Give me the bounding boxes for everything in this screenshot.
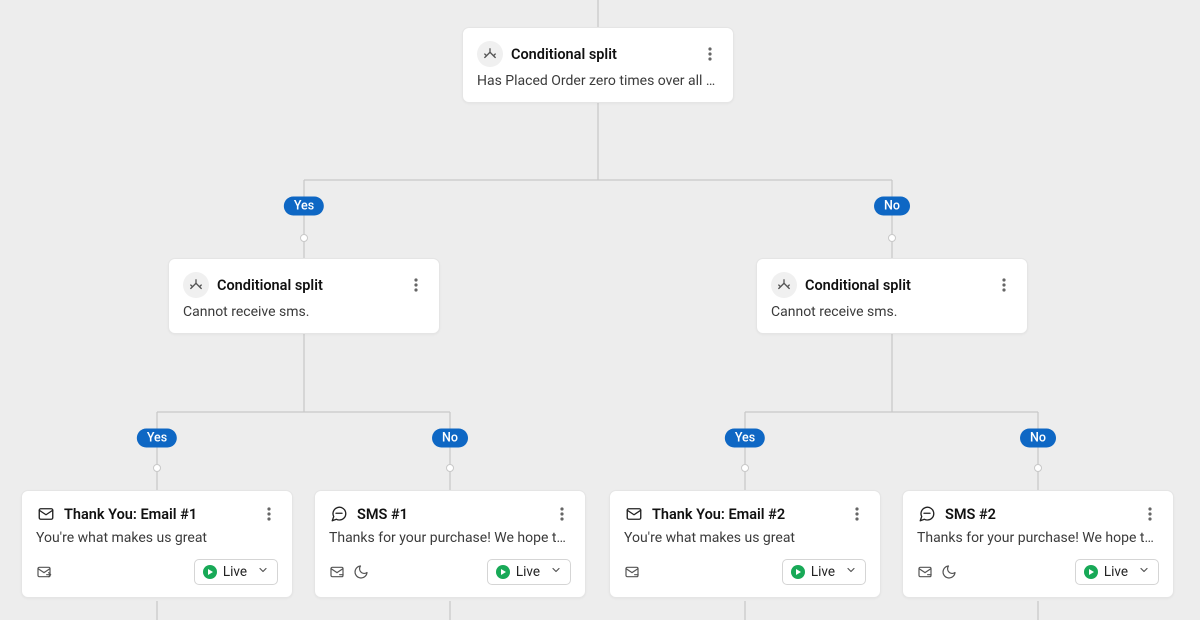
split-icon xyxy=(183,272,209,298)
branch-label-no: No xyxy=(874,197,910,216)
node-conditional-split-left[interactable]: Conditional split Cannot receive sms. xyxy=(168,258,440,334)
quiet-hours-icon xyxy=(941,564,957,580)
node-body: Thanks for your purchase! We hope that … xyxy=(903,530,1173,559)
add-step-dot[interactable] xyxy=(153,464,161,472)
chevron-down-icon xyxy=(550,564,562,580)
status-selector[interactable]: Live xyxy=(1075,559,1159,585)
node-email-2[interactable]: Thank You: Email #2 You're what makes us… xyxy=(609,490,881,598)
add-step-dot[interactable] xyxy=(741,464,749,472)
node-description: Has Placed Order zero times over all tim… xyxy=(463,73,733,102)
email-icon xyxy=(624,504,644,524)
email-icon xyxy=(36,504,56,524)
node-description: Cannot receive sms. xyxy=(757,304,1027,333)
node-menu-button[interactable] xyxy=(260,505,278,523)
node-title: Conditional split xyxy=(511,46,617,63)
status-label: Live xyxy=(516,564,540,580)
node-conditional-split-right[interactable]: Conditional split Cannot receive sms. xyxy=(756,258,1028,334)
node-email-1[interactable]: Thank You: Email #1 You're what makes us… xyxy=(21,490,293,598)
node-body: You're what makes us great xyxy=(610,530,880,559)
status-label: Live xyxy=(811,564,835,580)
node-title: Conditional split xyxy=(805,277,911,294)
status-selector[interactable]: Live xyxy=(782,559,866,585)
node-title: Thank You: Email #1 xyxy=(64,506,197,523)
smart-send-icon xyxy=(36,564,52,580)
node-conditional-split-root[interactable]: Conditional split Has Placed Order zero … xyxy=(462,27,734,103)
smart-send-icon xyxy=(624,564,640,580)
add-step-dot[interactable] xyxy=(300,234,308,242)
node-title: Conditional split xyxy=(217,277,323,294)
status-label: Live xyxy=(223,564,247,580)
node-menu-button[interactable] xyxy=(553,505,571,523)
split-icon xyxy=(771,272,797,298)
chevron-down-icon xyxy=(1138,564,1150,580)
chevron-down-icon xyxy=(257,564,269,580)
node-title: Thank You: Email #2 xyxy=(652,506,785,523)
add-step-dot[interactable] xyxy=(888,234,896,242)
live-indicator-icon xyxy=(203,565,217,579)
branch-label-yes: Yes xyxy=(284,197,324,216)
branch-label-no: No xyxy=(1020,429,1056,448)
sms-icon xyxy=(329,504,349,524)
node-title: SMS #1 xyxy=(357,506,408,523)
node-menu-button[interactable] xyxy=(407,276,425,294)
live-indicator-icon xyxy=(1084,565,1098,579)
smart-send-icon xyxy=(917,564,933,580)
node-menu-button[interactable] xyxy=(701,45,719,63)
branch-label-yes: Yes xyxy=(137,429,177,448)
chevron-down-icon xyxy=(845,564,857,580)
status-selector[interactable]: Live xyxy=(194,559,278,585)
quiet-hours-icon xyxy=(353,564,369,580)
node-description: Cannot receive sms. xyxy=(169,304,439,333)
branch-label-yes: Yes xyxy=(725,429,765,448)
node-sms-2[interactable]: SMS #2 Thanks for your purchase! We hope… xyxy=(902,490,1174,598)
add-step-dot[interactable] xyxy=(1034,464,1042,472)
add-step-dot[interactable] xyxy=(446,464,454,472)
split-icon xyxy=(477,41,503,67)
smart-send-icon xyxy=(329,564,345,580)
branch-label-no: No xyxy=(432,429,468,448)
status-selector[interactable]: Live xyxy=(487,559,571,585)
node-body: You're what makes us great xyxy=(22,530,292,559)
node-sms-1[interactable]: SMS #1 Thanks for your purchase! We hope… xyxy=(314,490,586,598)
node-menu-button[interactable] xyxy=(995,276,1013,294)
status-label: Live xyxy=(1104,564,1128,580)
live-indicator-icon xyxy=(791,565,805,579)
sms-icon xyxy=(917,504,937,524)
node-menu-button[interactable] xyxy=(848,505,866,523)
node-title: SMS #2 xyxy=(945,506,996,523)
node-body: Thanks for your purchase! We hope that … xyxy=(315,530,585,559)
node-menu-button[interactable] xyxy=(1141,505,1159,523)
live-indicator-icon xyxy=(496,565,510,579)
